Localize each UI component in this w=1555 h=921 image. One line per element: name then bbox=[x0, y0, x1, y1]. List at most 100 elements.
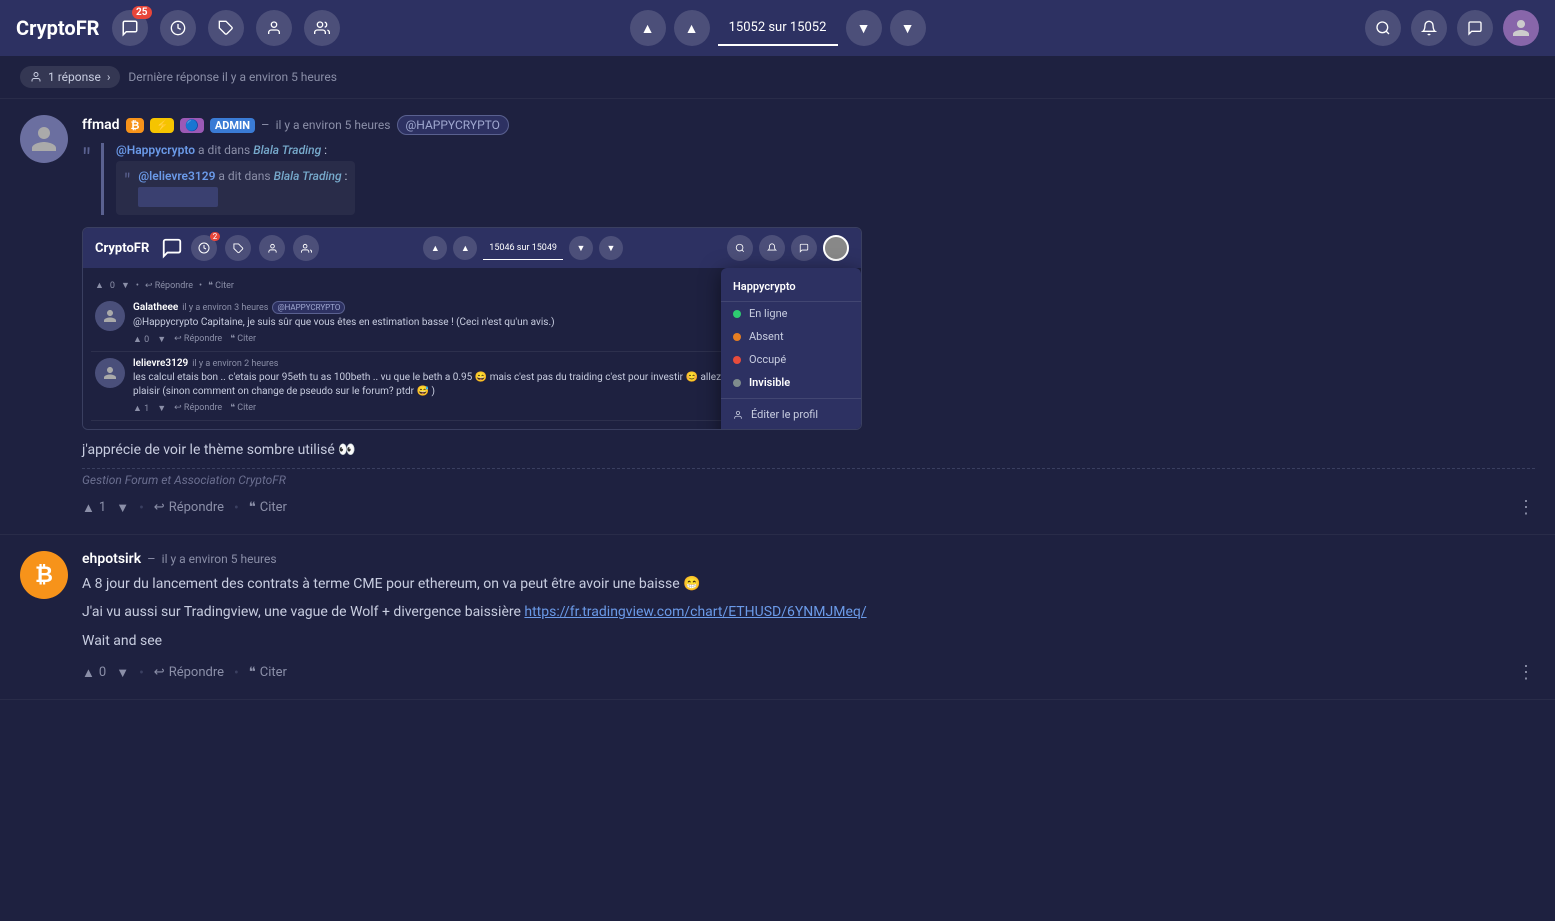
post1-quote-author: @Happycrypto a dit dans Blala Trading : bbox=[116, 143, 355, 157]
reply-count-text: 1 réponse bbox=[48, 70, 101, 84]
mini-reply2: ↩ Répondre bbox=[174, 403, 222, 414]
mini-nav-down: ▼ bbox=[569, 236, 593, 260]
nested-mention[interactable]: @lelievre3129 bbox=[138, 169, 215, 183]
status-online[interactable]: En ligne bbox=[721, 302, 861, 325]
status-busy-label: Occupé bbox=[749, 353, 786, 366]
post2-cite-icon: ❝ bbox=[249, 665, 256, 680]
post2-body: ehpotsirk – il y a environ 5 heures A 8 … bbox=[82, 551, 1535, 683]
tag-icon[interactable] bbox=[208, 10, 244, 46]
nested-colon: : bbox=[345, 169, 348, 183]
edit-profile-item[interactable]: Éditer le profil bbox=[721, 403, 861, 426]
tag-lightning: ⚡ bbox=[150, 118, 174, 133]
post2-dash: – bbox=[147, 552, 156, 567]
user-icon[interactable] bbox=[256, 10, 292, 46]
status-invisible-label: Invisible bbox=[749, 376, 790, 389]
header-center: ▲ ▲ 15052 sur 15052 ▼ ▼ bbox=[630, 10, 926, 46]
post1-mention[interactable]: @HAPPYCRYPTO bbox=[397, 115, 509, 135]
settings-item[interactable]: Paramètres bbox=[721, 426, 861, 430]
post1-cite-btn[interactable]: ❝ Citer bbox=[249, 500, 287, 515]
post1-quote-outer: " @Happycrypto a dit dans Blala Trading … bbox=[82, 143, 1535, 215]
mini-user-icon bbox=[259, 235, 285, 261]
post2-reply-btn[interactable]: ↩ Répondre bbox=[154, 665, 224, 680]
nav-down[interactable]: ▼ bbox=[846, 10, 882, 46]
nav-down-bottom[interactable]: ▼ bbox=[890, 10, 926, 46]
nested-blurred-content bbox=[138, 187, 218, 207]
quote-mark-outer: " bbox=[82, 145, 91, 215]
status-online-label: En ligne bbox=[749, 307, 788, 320]
post2-header: ehpotsirk – il y a environ 5 heures bbox=[82, 551, 1535, 567]
post2-username: ehpotsirk bbox=[82, 551, 141, 567]
nested-quote-content: @lelievre3129 a dit dans Blala Trading : bbox=[138, 169, 347, 207]
quote-topic[interactable]: Blala Trading bbox=[253, 143, 321, 157]
main-header: CryptoFR 25 bbox=[0, 0, 1555, 56]
post2-line1: A 8 jour du lancement des contrats à ter… bbox=[82, 573, 1535, 595]
post2-cite-btn[interactable]: ❝ Citer bbox=[249, 665, 287, 680]
user-avatar[interactable] bbox=[1503, 10, 1539, 46]
post2-reply-icon: ↩ bbox=[154, 665, 165, 680]
mini-vote-up2: ▲ 1 bbox=[133, 403, 149, 414]
vote-down-icon: ▼ bbox=[116, 500, 129, 516]
post1-header: ffmad ₿ ⚡ 🔵 ADMIN – il y a environ 5 heu… bbox=[82, 115, 1535, 135]
status-invisible[interactable]: Invisible bbox=[721, 371, 861, 394]
post1-divider bbox=[82, 468, 1535, 469]
page-counter: 15052 sur 15052 bbox=[718, 10, 838, 46]
mini-nav-up: ▲ bbox=[453, 236, 477, 260]
mini-content-area: ▲0▼• ↩ Répondre•❝ Citer bbox=[83, 268, 861, 429]
post2-actions: ▲ 0 ▼ • ↩ Répondre • ❝ Citer ⋮ bbox=[82, 662, 1535, 683]
sep3: • bbox=[139, 665, 144, 681]
status-absent[interactable]: Absent bbox=[721, 325, 861, 348]
mini-cite2: ❝ Citer bbox=[230, 403, 256, 414]
post1-vote-down[interactable]: ▼ bbox=[116, 500, 129, 516]
post2-time: il y a environ 5 heures bbox=[162, 552, 277, 566]
screenshot-content: CryptoFR 2 bbox=[83, 228, 861, 429]
mini-logo: CryptoFR bbox=[95, 241, 149, 256]
post2-vote-down[interactable]: ▼ bbox=[116, 665, 129, 681]
chat-icon[interactable]: 25 bbox=[112, 10, 148, 46]
bell-icon[interactable] bbox=[1411, 10, 1447, 46]
nested-quote-author: @lelievre3129 a dit dans Blala Trading : bbox=[138, 169, 347, 183]
mini-av-2 bbox=[95, 358, 125, 388]
reply-icon: ↩ bbox=[154, 500, 165, 515]
quote-colon: : bbox=[324, 143, 327, 157]
post1-vote-count: 1 bbox=[99, 500, 106, 515]
mini-post1-tag: @HAPPYCRYPTO bbox=[272, 301, 345, 314]
post1-nested-quote: " @lelievre3129 a dit dans Blala Trading… bbox=[116, 161, 355, 215]
mini-reply1: ↩ Répondre bbox=[174, 334, 222, 345]
mini-post1-time: il y a environ 3 heures bbox=[182, 303, 268, 313]
post1-quote-inner: @Happycrypto a dit dans Blala Trading : … bbox=[101, 143, 355, 215]
post1-more-btn[interactable]: ⋮ bbox=[1517, 497, 1535, 518]
mini-badge: 2 bbox=[210, 232, 221, 241]
user-dropdown: Happycrypto En ligne Absent bbox=[721, 268, 861, 430]
reply-arrow: › bbox=[107, 70, 111, 84]
clock-icon[interactable] bbox=[160, 10, 196, 46]
edit-profile-icon bbox=[733, 410, 743, 420]
search-icon[interactable] bbox=[1365, 10, 1401, 46]
nested-topic[interactable]: Blala Trading bbox=[274, 169, 342, 183]
mini-post2-username: lelievre3129 bbox=[133, 358, 188, 369]
mini-users-icon bbox=[293, 235, 319, 261]
reply-count-btn[interactable]: 1 réponse › bbox=[20, 66, 120, 88]
reply-indicator: 1 réponse › Dernière réponse il y a envi… bbox=[0, 56, 1555, 99]
post2-line3: Wait and see bbox=[82, 630, 1535, 652]
status-busy[interactable]: Occupé bbox=[721, 348, 861, 371]
sep1: • bbox=[139, 500, 144, 516]
post2-avatar: ₿ bbox=[20, 551, 68, 599]
post2-vote-up[interactable]: ▲ 0 bbox=[82, 665, 106, 681]
tag-special: 🔵 bbox=[180, 118, 204, 133]
post1-vote-up[interactable]: ▲ 1 bbox=[82, 500, 106, 516]
mini-center: ▲ ▲ 15046 sur 15049 ▼ ▼ bbox=[423, 236, 623, 260]
users-icon[interactable] bbox=[304, 10, 340, 46]
post-2: ₿ ehpotsirk – il y a environ 5 heures A … bbox=[0, 535, 1555, 700]
tradingview-link[interactable]: https://fr.tradingview.com/chart/ETHUSD/… bbox=[524, 604, 866, 620]
nav-up-top[interactable]: ▲ bbox=[630, 10, 666, 46]
compose-icon[interactable] bbox=[1457, 10, 1493, 46]
dot-absent bbox=[733, 333, 741, 341]
quote-mention[interactable]: @Happycrypto bbox=[116, 143, 195, 157]
post2-more-btn[interactable]: ⋮ bbox=[1517, 662, 1535, 683]
post2-line2: J'ai vu aussi sur Tradingview, une vague… bbox=[82, 601, 1535, 623]
nav-up[interactable]: ▲ bbox=[674, 10, 710, 46]
mini-nav-up-top: ▲ bbox=[423, 236, 447, 260]
mini-profile-avatar bbox=[823, 235, 849, 261]
post1-reply-btn[interactable]: ↩ Répondre bbox=[154, 500, 224, 515]
mini-bell bbox=[759, 235, 785, 261]
